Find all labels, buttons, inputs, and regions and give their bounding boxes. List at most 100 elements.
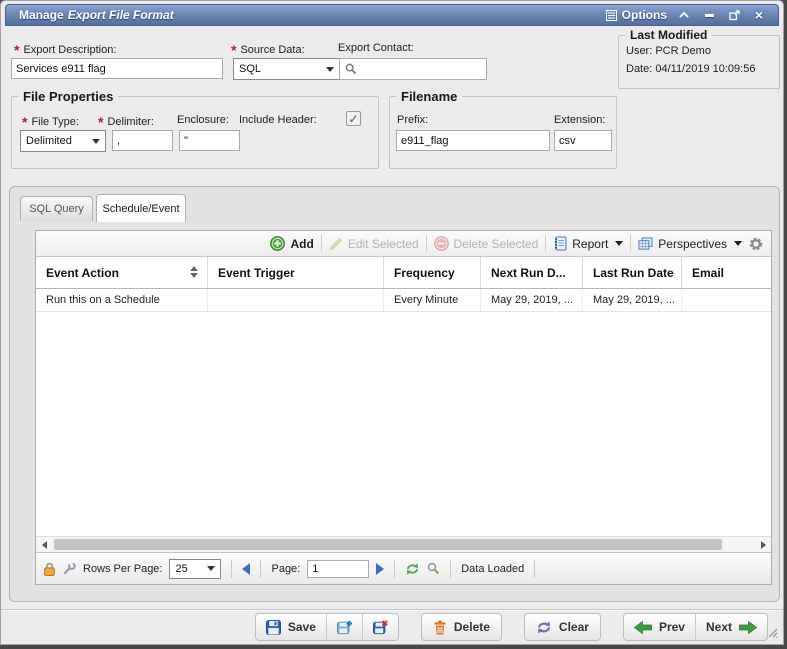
page-label: Page: (271, 563, 300, 575)
prefix-input[interactable] (396, 130, 550, 151)
perspectives-icon (638, 237, 653, 251)
scroll-left-arrow[interactable] (37, 537, 51, 552)
filename-fieldset: Filename Prefix: Extension: (389, 96, 617, 169)
save-button[interactable]: Save (256, 614, 326, 640)
close-button[interactable]: × (751, 7, 767, 23)
add-icon (270, 236, 285, 251)
options-button[interactable]: Options (606, 8, 667, 22)
column-header-label: Event Trigger (218, 266, 295, 280)
scroll-right-arrow[interactable] (756, 537, 770, 552)
refresh-icon[interactable] (405, 562, 420, 576)
trash-icon (433, 620, 447, 635)
tab-sql-query-label: SQL Query (29, 203, 84, 215)
sort-icon[interactable] (190, 266, 198, 278)
cell-email (682, 289, 771, 311)
column-header-event-action[interactable]: Event Action (36, 257, 208, 288)
column-header-last-run-date[interactable]: Last Run Date (583, 257, 682, 288)
file-type-label: File Type: (22, 114, 79, 130)
export-description-input[interactable] (11, 58, 223, 79)
dialog-title-emphasis: Export File Format (68, 8, 174, 22)
clear-label: Clear (559, 620, 589, 634)
footer-separator (450, 560, 451, 578)
enclosure-label: Enclosure: (177, 114, 229, 126)
chevron-down-icon (326, 67, 334, 72)
next-label: Next (706, 620, 732, 634)
collapse-button[interactable] (676, 7, 692, 23)
delete-selected-button[interactable]: Delete Selected (434, 236, 539, 251)
delete-button[interactable]: Delete (421, 613, 502, 641)
grid-footer: Rows Per Page: 25 Page: (36, 552, 771, 584)
prev-button[interactable]: Prev (624, 614, 695, 640)
perspectives-dropdown[interactable]: Perspectives (638, 237, 742, 251)
toolbar-separator (630, 235, 631, 252)
include-header-checkbox[interactable] (346, 111, 361, 126)
source-data-select[interactable]: SQL (233, 58, 340, 80)
clear-button[interactable]: Clear (524, 613, 601, 641)
last-modified-legend: Last Modified (625, 28, 712, 42)
delimiter-input[interactable] (112, 130, 173, 151)
action-bar-divider (1, 609, 783, 611)
table-row[interactable]: Run this on a Schedule Every Minute May … (36, 289, 771, 312)
enclosure-input[interactable] (179, 130, 240, 151)
tab-schedule-event[interactable]: Schedule/Event (96, 194, 186, 222)
title-bar[interactable]: ManageExport File Format Options × (5, 4, 779, 26)
tab-panel: SQL Query Schedule/Event Add Edit Select… (9, 186, 780, 602)
edit-selected-label: Edit Selected (348, 237, 419, 251)
search-icon[interactable] (427, 562, 440, 575)
file-properties-legend: File Properties (18, 89, 118, 104)
wrench-icon[interactable] (63, 562, 76, 575)
rows-per-page-label: Rows Per Page: (83, 563, 162, 575)
tab-schedule-event-label: Schedule/Event (102, 203, 179, 215)
report-icon (553, 236, 567, 251)
horizontal-scrollbar[interactable] (36, 536, 771, 552)
save-and-close-button[interactable] (362, 614, 398, 640)
column-header-email[interactable]: Email (682, 257, 771, 288)
tab-sql-query[interactable]: SQL Query (20, 196, 93, 221)
column-header-next-run-date[interactable]: Next Run D... (481, 257, 583, 288)
next-page-arrow[interactable] (376, 563, 384, 575)
grid-settings-button[interactable] (749, 237, 763, 251)
popout-button[interactable] (726, 7, 742, 23)
cell-event-trigger (208, 289, 384, 311)
chevron-down-icon (207, 566, 215, 571)
file-type-value: Delimited (26, 135, 72, 147)
previous-page-arrow[interactable] (242, 563, 250, 575)
arrow-left-icon (634, 621, 652, 634)
save-button-group: Save (255, 613, 399, 641)
filename-legend: Filename (396, 89, 462, 104)
export-description-label: Export Description: (14, 42, 116, 58)
page-input[interactable] (307, 560, 369, 578)
export-contact-input[interactable] (339, 58, 487, 80)
footer-separator (534, 560, 535, 578)
prev-label: Prev (659, 620, 685, 634)
options-label: Options (622, 8, 667, 22)
cell-last-run-date: May 29, 2019, ... (583, 289, 682, 311)
column-header-event-trigger[interactable]: Event Trigger (208, 257, 384, 288)
report-dropdown[interactable]: Report (553, 236, 623, 251)
edit-selected-button[interactable]: Edit Selected (329, 237, 419, 251)
minimize-icon (705, 14, 714, 17)
toolbar-separator (321, 235, 322, 252)
extension-input[interactable] (554, 130, 612, 151)
extension-label: Extension: (554, 114, 605, 126)
save-and-add-button[interactable] (326, 614, 362, 640)
lock-icon[interactable] (43, 562, 56, 576)
column-header-label: Last Run Date (593, 266, 674, 280)
add-button[interactable]: Add (270, 236, 313, 251)
save-add-icon (337, 620, 352, 635)
delete-selected-label: Delete Selected (454, 237, 539, 251)
status-text: Data Loaded (461, 563, 524, 575)
resize-grip[interactable] (765, 625, 778, 638)
rows-per-page-value: 25 (175, 563, 187, 575)
column-header-label: Frequency (394, 266, 455, 280)
rows-per-page-select[interactable]: 25 (169, 559, 221, 579)
window-frame: ManageExport File Format Options × Expor… (0, 0, 787, 649)
clear-icon (536, 620, 552, 635)
grid-header-row: Event Action Event Trigger Frequency Nex… (36, 257, 771, 289)
file-type-select[interactable]: Delimited (20, 130, 106, 152)
column-header-frequency[interactable]: Frequency (384, 257, 481, 288)
scrollbar-thumb[interactable] (54, 539, 722, 550)
next-button[interactable]: Next (695, 614, 767, 640)
prefix-label: Prefix: (397, 114, 428, 126)
minimize-button[interactable] (701, 7, 717, 23)
